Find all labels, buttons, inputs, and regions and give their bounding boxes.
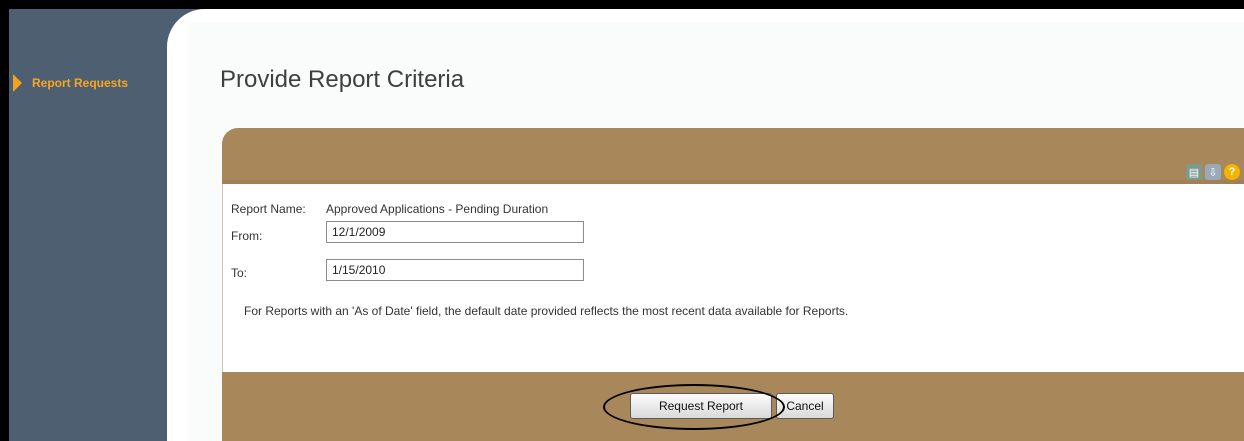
from-date-input[interactable] (326, 221, 584, 243)
sidebar-item-report-requests[interactable]: Report Requests (9, 67, 167, 99)
report-name-value: Approved Applications - Pending Duration (326, 202, 549, 216)
sidebar: Report Requests (9, 9, 167, 441)
print-icon[interactable]: ▤ (1186, 164, 1202, 180)
report-name-label: Report Name: (231, 202, 306, 216)
help-icon[interactable]: ? (1224, 164, 1240, 180)
header-toolbar: ▤ ⇩ ? (1186, 164, 1240, 180)
from-label: From: (231, 229, 263, 243)
export-icon[interactable]: ⇩ (1205, 164, 1221, 180)
report-criteria-panel: Report Name: Approved Applications - Pen… (222, 184, 1244, 372)
request-report-button[interactable]: Request Report (630, 393, 772, 419)
arrow-right-icon (13, 74, 22, 92)
as-of-date-note: For Reports with an 'As of Date' field, … (244, 304, 849, 318)
panel-header: ▤ ⇩ ? (222, 128, 1244, 184)
cancel-button[interactable]: Cancel (776, 393, 834, 419)
to-label: To: (231, 266, 248, 280)
window-border-left (0, 0, 9, 441)
to-date-input[interactable] (326, 259, 584, 281)
window-border-top (0, 0, 1244, 9)
page-title: Provide Report Criteria (220, 66, 465, 93)
sidebar-item-label: Report Requests (32, 76, 129, 90)
